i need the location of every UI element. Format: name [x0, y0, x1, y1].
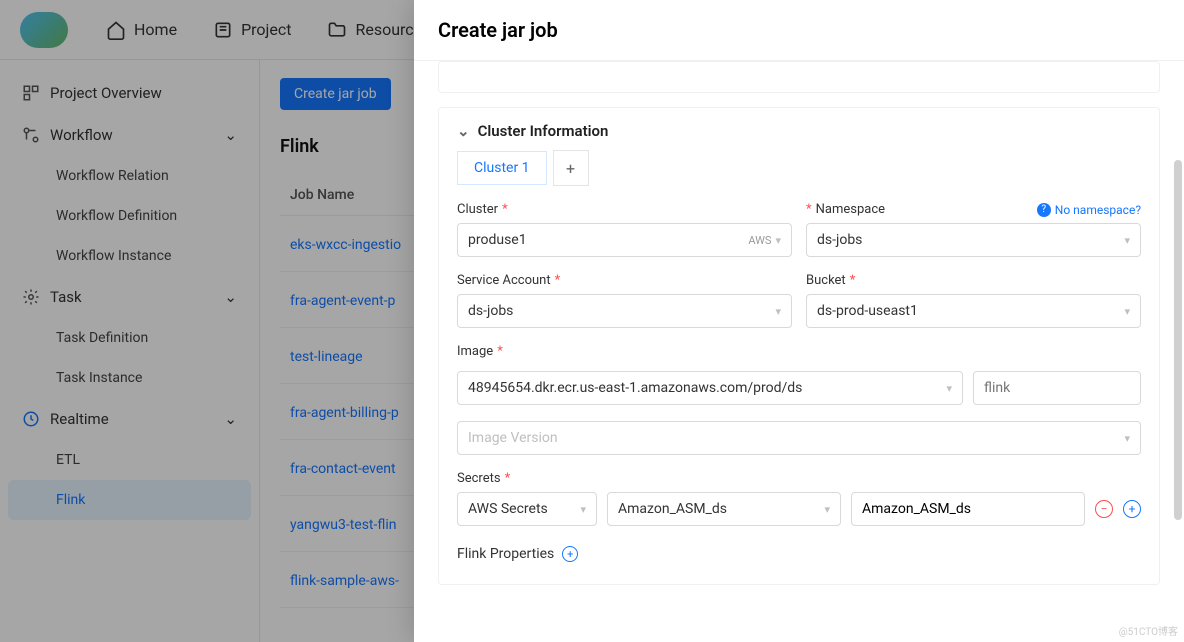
select-value: AWS Secrets [468, 501, 580, 517]
panel-header[interactable]: ⌄ Cluster Information [457, 122, 1141, 140]
secrets-value-input[interactable] [851, 492, 1085, 526]
create-drawer: Create jar job ⌄ Cluster Information Clu… [414, 0, 1184, 642]
select-value: 48945654.dkr.ecr.us-east-1.amazonaws.com… [468, 380, 946, 396]
prev-card-bottom [438, 61, 1160, 93]
caret-icon: ▾ [580, 503, 586, 516]
add-property-button[interactable]: + [562, 546, 578, 562]
image-select[interactable]: 48945654.dkr.ecr.us-east-1.amazonaws.com… [457, 371, 963, 405]
service-account-select[interactable]: ds-jobs ▾ [457, 294, 792, 328]
select-value: ds-jobs [817, 232, 1124, 248]
drawer-body: ⌄ Cluster Information Cluster 1 + Cluste… [414, 61, 1184, 642]
cluster-label: Cluster* [457, 202, 792, 217]
cluster-tabs: Cluster 1 + [457, 150, 1141, 186]
caret-icon: ▾ [946, 382, 952, 395]
secrets-label: Secrets* [457, 471, 1141, 486]
tag-field[interactable] [984, 380, 1130, 396]
select-value: ds-prod-useast1 [817, 303, 1124, 319]
tab-cluster-1[interactable]: Cluster 1 [457, 151, 547, 185]
image-label: Image* [457, 344, 1141, 359]
namespace-help[interactable]: ? No namespace? [1037, 203, 1141, 217]
flink-props-label: Flink Properties [457, 546, 554, 562]
select-value: Amazon_ASM_ds [618, 501, 824, 517]
watermark: @51CTO博客 [1119, 623, 1178, 638]
caret-icon: ▾ [775, 305, 781, 318]
select-placeholder: Image Version [468, 430, 1124, 446]
remove-secret-button[interactable]: − [1095, 500, 1113, 518]
caret-icon: ▾ [1124, 305, 1130, 318]
bucket-select[interactable]: ds-prod-useast1 ▾ [806, 294, 1141, 328]
secrets-type-select[interactable]: AWS Secrets ▾ [457, 492, 597, 526]
image-version-select[interactable]: Image Version ▾ [457, 421, 1141, 455]
cluster-panel: ⌄ Cluster Information Cluster 1 + Cluste… [438, 107, 1160, 585]
select-value: ds-jobs [468, 303, 775, 319]
image-tag-input[interactable] [973, 371, 1141, 405]
help-icon: ? [1037, 203, 1051, 217]
add-cluster-tab[interactable]: + [553, 150, 589, 186]
section-title: Cluster Information [478, 122, 609, 140]
secrets-name-select[interactable]: Amazon_ASM_ds ▾ [607, 492, 841, 526]
caret-icon: ▾ [824, 503, 830, 516]
chevron-down-icon: ⌄ [457, 122, 470, 140]
select-value: produse1 [468, 232, 748, 248]
service-account-label: Service Account* [457, 273, 792, 288]
namespace-select[interactable]: ds-jobs ▾ [806, 223, 1141, 257]
flink-properties: Flink Properties + [457, 546, 1141, 562]
namespace-label: *Namespace ? No namespace? [806, 202, 1141, 217]
caret-icon: ▾ [1124, 432, 1130, 445]
drawer-title: Create jar job [414, 0, 1184, 61]
provider-badge: AWS [748, 234, 771, 247]
add-secret-button[interactable]: + [1123, 500, 1141, 518]
scrollbar[interactable] [1174, 160, 1182, 520]
help-text: No namespace? [1055, 203, 1141, 217]
bucket-label: Bucket* [806, 273, 1141, 288]
secrets-field[interactable] [862, 501, 1074, 517]
cluster-select[interactable]: produse1 AWS ▾ [457, 223, 792, 257]
caret-icon: ▾ [775, 234, 781, 247]
caret-icon: ▾ [1124, 234, 1130, 247]
